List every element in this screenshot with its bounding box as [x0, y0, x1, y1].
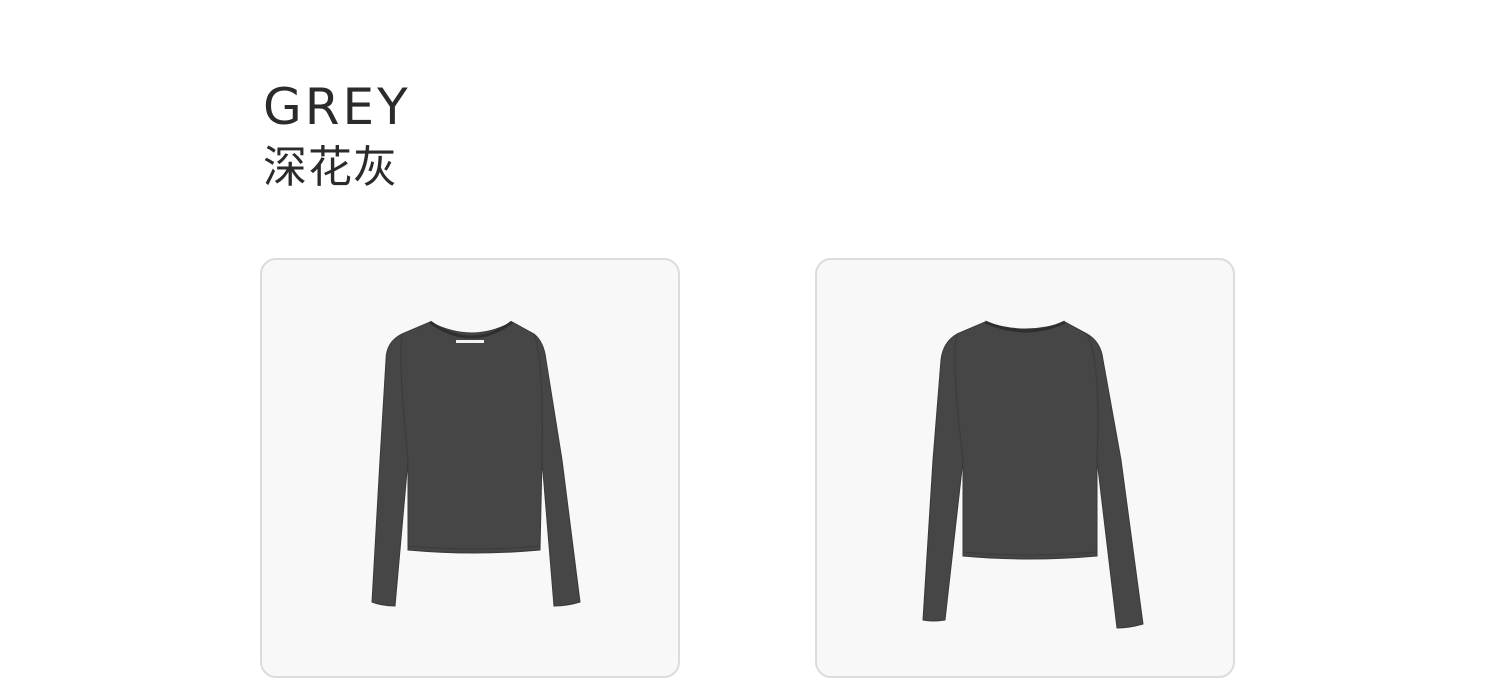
grey-tshirt-front-image [371, 320, 581, 607]
color-name-en: GREY [263, 78, 411, 136]
color-heading: GREY 深花灰 [263, 78, 411, 196]
product-image-front-card[interactable] [260, 258, 680, 678]
product-image-back-card[interactable] [815, 258, 1235, 678]
color-name-cn: 深花灰 [263, 142, 398, 193]
grey-tshirt-back-image [922, 320, 1144, 629]
